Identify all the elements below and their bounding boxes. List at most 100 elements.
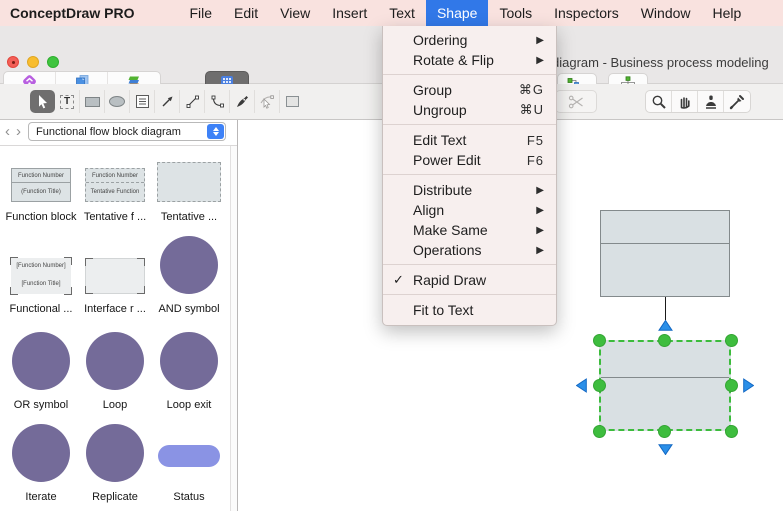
zoom-window-button[interactable]	[47, 56, 59, 68]
library-panel-header: ‹ › Functional flow block diagram	[0, 120, 237, 146]
selection-handle-mid-left[interactable]	[593, 379, 606, 392]
zoom-tool-button[interactable]	[646, 91, 672, 112]
rapid-draw-down-arrow[interactable]	[658, 444, 673, 455]
menu-item-edit-text[interactable]: Edit Text F5	[383, 130, 556, 150]
hand-icon	[680, 96, 690, 109]
forward-icon[interactable]: ›	[16, 123, 21, 141]
eyedropper-icon	[729, 94, 744, 109]
menu-text[interactable]: Text	[378, 0, 426, 26]
app-menu[interactable]: ConceptDraw PRO	[0, 5, 144, 21]
library-item-loop[interactable]: Loop	[78, 316, 152, 412]
pen-icon	[236, 96, 248, 107]
select-tool-button[interactable]	[30, 90, 55, 113]
selection-handle-top-left[interactable]	[593, 334, 606, 347]
back-icon[interactable]: ‹	[5, 123, 10, 141]
shortcut: ⌘G	[518, 82, 544, 97]
or-symbol-shape	[12, 332, 70, 390]
menu-item-distribute[interactable]: Distribute ▶	[383, 180, 556, 200]
menu-item-make-same[interactable]: Make Same ▶	[383, 220, 556, 240]
connector-line[interactable]	[665, 297, 666, 320]
tentative-function-shape: Function Number Tentative Function	[85, 168, 145, 202]
library-panel: ‹ › Functional flow block diagram Functi…	[0, 120, 238, 511]
library-item-interface[interactable]: Interface r ...	[78, 224, 152, 316]
reshape-tool-button[interactable]	[255, 90, 280, 113]
selection-handle-bottom-right[interactable]	[725, 425, 738, 438]
menu-item-power-edit[interactable]: Power Edit F6	[383, 150, 556, 170]
selection-handle-bottom-left[interactable]	[593, 425, 606, 438]
rapid-draw-up-arrow[interactable]	[658, 320, 673, 331]
library-item-tentative[interactable]: Tentative ...	[152, 152, 226, 224]
shortcut: F5	[526, 132, 544, 148]
stamp-icon	[705, 95, 716, 109]
selection-handle-mid-right[interactable]	[725, 379, 738, 392]
stencil-select[interactable]: Functional flow block diagram	[28, 122, 226, 141]
text-tool-button[interactable]: T	[55, 90, 80, 113]
menu-item-rapid-draw[interactable]: ✓ Rapid Draw	[383, 270, 556, 290]
menu-separator	[383, 294, 556, 295]
menu-inspectors[interactable]: Inspectors	[543, 0, 630, 26]
canvas-function-block[interactable]	[600, 210, 730, 297]
library-item-tentative-function[interactable]: Function Number Tentative Function Tenta…	[78, 152, 152, 224]
rectangle-icon	[84, 96, 100, 107]
arc-tool-button[interactable]	[205, 90, 230, 113]
minimize-window-button[interactable]	[27, 56, 39, 68]
functional-shape: [Function Number] [Function Title]	[10, 257, 72, 295]
view-tools-group	[645, 90, 751, 113]
menu-insert[interactable]: Insert	[321, 0, 378, 26]
menu-item-ordering[interactable]: Ordering ▶	[383, 30, 556, 50]
loop-exit-shape	[160, 332, 218, 390]
menu-item-rotate-flip[interactable]: Rotate & Flip ▶	[383, 50, 556, 70]
menu-file[interactable]: File	[178, 0, 223, 26]
line-icon	[186, 95, 199, 108]
menu-item-group[interactable]: Group ⌘G	[383, 80, 556, 100]
close-window-button[interactable]	[7, 56, 19, 68]
library-item-and-symbol[interactable]: AND symbol	[152, 224, 226, 316]
text-block-tool-button[interactable]	[130, 90, 155, 113]
selection-handle-bottom-center[interactable]	[658, 425, 671, 438]
rapid-draw-right-arrow[interactable]	[743, 378, 754, 393]
reshape-cursor-icon	[260, 95, 274, 109]
menu-tools[interactable]: Tools	[488, 0, 543, 26]
ellipse-icon	[109, 96, 125, 107]
selection-handle-top-right[interactable]	[725, 334, 738, 347]
menu-window[interactable]: Window	[630, 0, 702, 26]
library-item-or-symbol[interactable]: OR symbol	[4, 316, 78, 412]
rectangle-tool-button[interactable]	[80, 90, 105, 113]
rapid-draw-left-arrow[interactable]	[576, 378, 587, 393]
shape-tool-button[interactable]	[280, 90, 305, 113]
menu-item-align[interactable]: Align ▶	[383, 200, 556, 220]
selection-handle-top-center[interactable]	[658, 334, 671, 347]
menu-item-ungroup[interactable]: Ungroup ⌘U	[383, 100, 556, 120]
menu-item-operations[interactable]: Operations ▶	[383, 240, 556, 260]
menu-separator	[383, 264, 556, 265]
library-item-replicate[interactable]: Replicate	[78, 412, 152, 504]
interface-shape	[85, 258, 145, 294]
and-symbol-shape	[160, 236, 218, 294]
smart-connector-tool-button[interactable]	[155, 90, 180, 113]
ellipse-tool-button[interactable]	[105, 90, 130, 113]
library-item-function-block[interactable]: Function Number (Function Title) Functio…	[4, 152, 78, 224]
panel-scrollbar[interactable]	[230, 146, 237, 511]
split-tool-button[interactable]	[555, 90, 597, 113]
library-item-iterate[interactable]: Iterate	[4, 412, 78, 504]
menu-item-fit-to-text[interactable]: Fit to Text	[383, 300, 556, 320]
menu-view[interactable]: View	[269, 0, 321, 26]
library-item-loop-exit[interactable]: Loop exit	[152, 316, 226, 412]
submenu-arrow-icon: ▶	[536, 204, 544, 216]
menu-help[interactable]: Help	[702, 0, 753, 26]
menu-edit[interactable]: Edit	[223, 0, 269, 26]
stamp-tool-button[interactable]	[698, 91, 724, 112]
submenu-arrow-icon: ▶	[536, 54, 544, 66]
menu-shape[interactable]: Shape	[425, 0, 489, 26]
tentative-shape	[157, 162, 221, 202]
canvas-selected-block[interactable]	[599, 340, 731, 431]
library-item-functional[interactable]: [Function Number] [Function Title] Funct…	[4, 224, 78, 316]
eyedropper-tool-button[interactable]	[724, 91, 750, 112]
function-block-shape: Function Number (Function Title)	[11, 168, 71, 202]
line-tool-button[interactable]	[180, 90, 205, 113]
select-cursor-icon	[38, 94, 47, 108]
pan-tool-button[interactable]	[672, 91, 698, 112]
replicate-shape	[86, 424, 144, 482]
library-item-status[interactable]: Status	[152, 412, 226, 504]
pen-tool-button[interactable]	[230, 90, 255, 113]
